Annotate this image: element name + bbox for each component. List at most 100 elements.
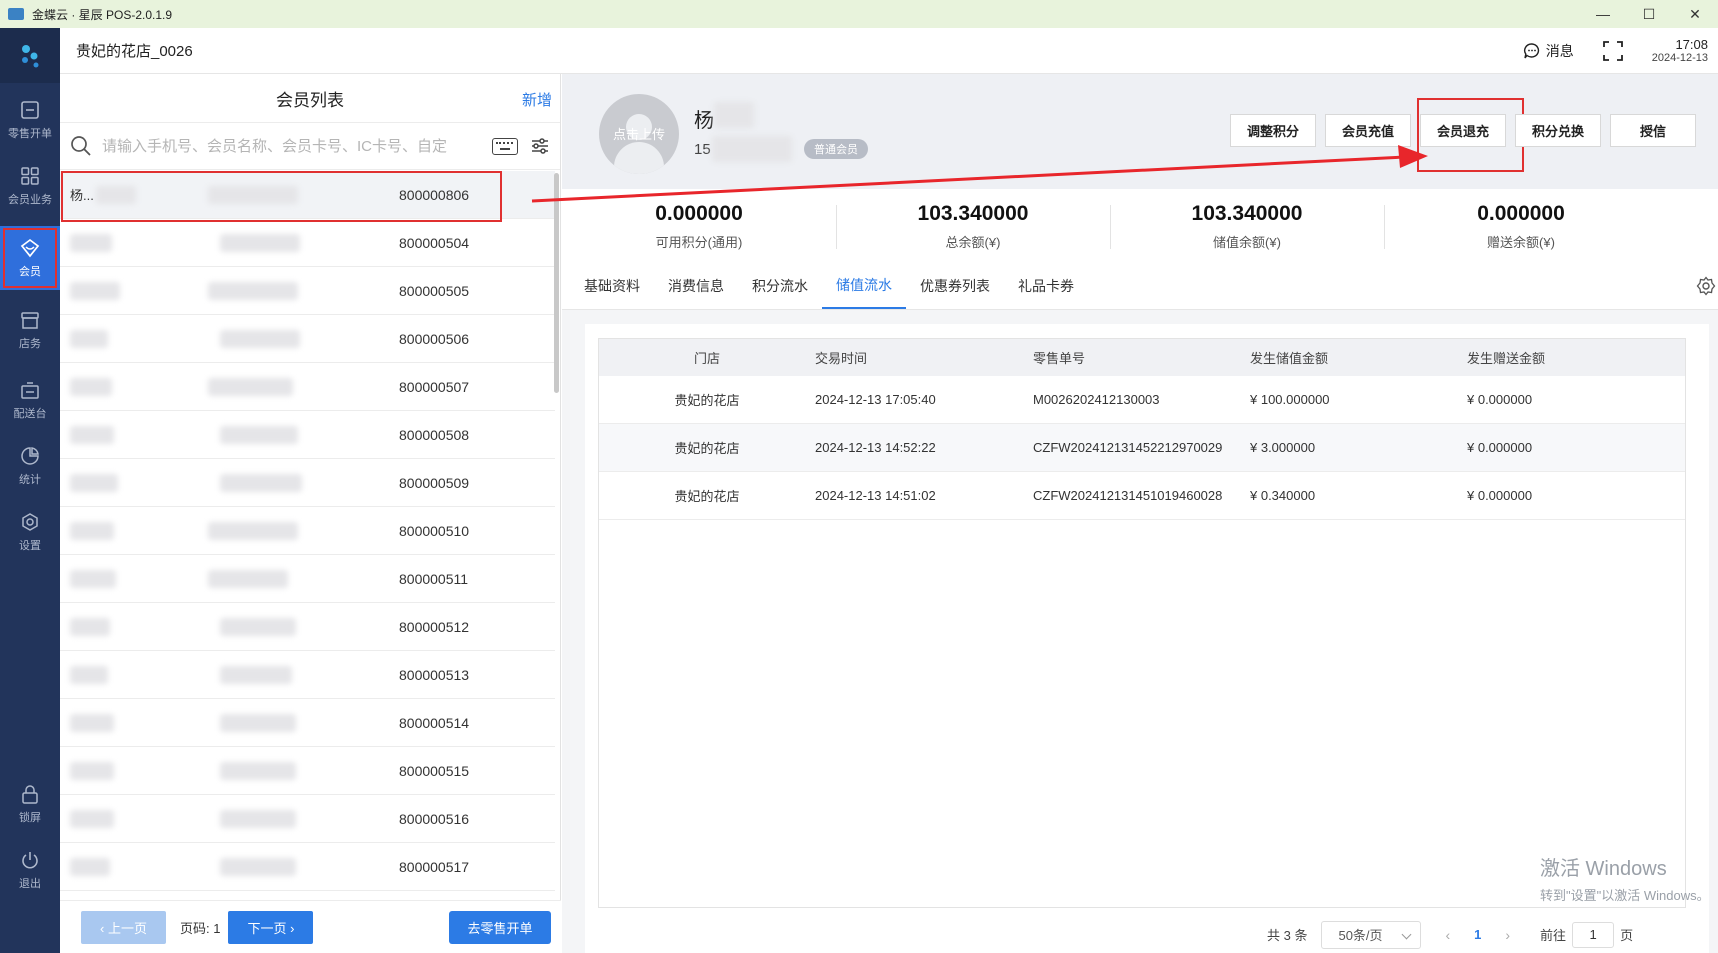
avatar[interactable]: 点击上传 (599, 94, 679, 174)
member-row[interactable]: 杨... 800000806 (60, 171, 555, 222)
store-header: 贵妃的花店_0026 消息 17:08 2024-12-13 (60, 28, 1718, 74)
nav-item-lock[interactable]: 锁屏 (0, 772, 60, 836)
prev-page-button[interactable]: ‹ 上一页 (81, 910, 166, 944)
member-card-number: 800000510 (399, 522, 470, 539)
total-count: 共 3 条 (1267, 928, 1308, 943)
member-card-number: 800000806 (399, 186, 470, 203)
member-list-pager: ‹ 上一页 页码: 1 下一页 › 去零售开单 (60, 900, 561, 953)
tab-basic-info[interactable]: 基础资料 (570, 263, 654, 309)
member-level-badge: 普通会员 (804, 139, 868, 159)
tab-stored-value-flow[interactable]: 储值流水 (822, 263, 906, 309)
member-list-scrollbar[interactable] (554, 173, 559, 393)
detail-tabs: 基础资料 消费信息 积分流水 储值流水 优惠券列表 礼品卡券 (562, 264, 1718, 310)
member-row[interactable]: 800000517 (60, 843, 555, 891)
member-row[interactable]: 800000511 (60, 555, 555, 603)
go-retail-button[interactable]: 去零售开单 (449, 910, 551, 944)
tab-gift-cards[interactable]: 礼品卡券 (1004, 263, 1088, 309)
nav-item-retail[interactable]: 零售开单 (0, 88, 60, 152)
member-row[interactable]: 800000508 (60, 411, 555, 459)
member-card-number: 800000509 (399, 474, 470, 491)
table-pagination: 共 3 条 50条/页 ‹ 1 › 前往 页 (585, 916, 1709, 953)
nav-item-delivery[interactable]: 配送台 (0, 368, 60, 432)
member-name: 杨... (70, 188, 94, 203)
nav-item-member[interactable]: 会员 (0, 226, 60, 290)
member-refund-button[interactable]: 会员退充 (1417, 98, 1524, 172)
nav-item-settings[interactable]: 设置 (0, 500, 60, 564)
gear-icon[interactable] (1696, 276, 1716, 296)
table-row[interactable]: 贵妃的花店 2024-12-13 17:05:40 M0026202412130… (599, 376, 1685, 424)
table-header: 门店 交易时间 零售单号 发生储值金额 发生赠送金额 (599, 339, 1685, 376)
adjust-points-button[interactable]: 调整积分 (1230, 114, 1316, 147)
message-button[interactable]: 消息 (1523, 41, 1574, 61)
member-row[interactable]: 800000516 (60, 795, 555, 843)
grid-icon (21, 167, 39, 185)
close-button[interactable]: ✕ (1672, 0, 1718, 28)
tab-points-flow[interactable]: 积分流水 (738, 263, 822, 309)
page-number: 页码: 1 (180, 920, 221, 936)
filter-sliders-icon[interactable] (530, 136, 550, 156)
chat-icon (1523, 42, 1539, 58)
member-row[interactable]: 800000505 (60, 267, 555, 315)
table-row[interactable]: 贵妃的花店 2024-12-13 14:52:22 CZFW2024121314… (599, 424, 1685, 472)
search-icon (71, 136, 91, 156)
windows-activation-watermark: 激活 Windows 转到"设置"以激活 Windows。 (1540, 858, 1710, 903)
tab-consumption[interactable]: 消费信息 (654, 263, 738, 309)
member-row[interactable]: 800000506 (60, 315, 555, 363)
member-icon (20, 238, 40, 258)
add-member-button[interactable]: 新增 (522, 89, 552, 110)
member-recharge-button[interactable]: 会员充值 (1325, 114, 1411, 147)
member-card-number: 800000507 (399, 378, 470, 395)
page-unit-label: 页 (1620, 928, 1634, 943)
member-row[interactable]: 800000509 (60, 459, 555, 507)
member-row[interactable]: 800000512 (60, 603, 555, 651)
settings-icon (22, 513, 38, 531)
member-row[interactable]: 800000514 (60, 699, 555, 747)
nav-item-member-business[interactable]: 会员业务 (0, 154, 60, 218)
window-title: 金蝶云 · 星辰 POS-2.0.1.9 (32, 7, 173, 22)
nav-item-store[interactable]: 店务 (0, 298, 60, 362)
current-page[interactable]: 1 (1474, 927, 1481, 942)
store-name: 贵妃的花店_0026 (76, 43, 193, 60)
app-icon (8, 8, 24, 20)
nav-item-statistics[interactable]: 统计 (0, 434, 60, 498)
goto-page-input[interactable] (1572, 921, 1615, 948)
store-icon (21, 312, 39, 329)
member-card-number: 800000514 (399, 714, 470, 731)
search-bar (60, 123, 560, 170)
member-card-number: 800000508 (399, 426, 470, 443)
maximize-button[interactable]: ☐ (1626, 0, 1672, 28)
stat-available-points: 0.000000 可用积分(通用) (655, 202, 743, 250)
member-card-number: 800000506 (399, 330, 470, 347)
upload-avatar-label: 点击上传 (612, 127, 665, 142)
member-row[interactable]: 800000510 (60, 507, 555, 555)
logo-icon (22, 44, 39, 67)
table-row[interactable]: 贵妃的花店 2024-12-13 14:51:02 CZFW2024121314… (599, 472, 1685, 520)
chevron-left-icon[interactable]: ‹ (1445, 927, 1450, 943)
cashier-icon (21, 101, 39, 119)
per-page-select[interactable]: 50条/页 (1321, 920, 1422, 949)
stat-stored-balance: 103.340000 储值余额(¥) (1110, 189, 1384, 264)
member-stats: 0.000000 可用积分(通用) 103.340000 总余额(¥) 103.… (562, 189, 1718, 264)
fullscreen-icon[interactable] (1602, 40, 1624, 62)
minimize-button[interactable]: — (1580, 0, 1626, 28)
lock-icon (22, 785, 38, 804)
chevron-right-icon[interactable]: › (1505, 927, 1510, 943)
member-row[interactable]: 800000513 (60, 651, 555, 699)
points-exchange-button[interactable]: 积分兑换 (1515, 114, 1601, 147)
member-row[interactable]: 800000515 (60, 747, 555, 795)
credit-button[interactable]: 授信 (1610, 114, 1696, 147)
member-list-title: 会员列表 (276, 90, 344, 110)
search-input[interactable] (102, 131, 484, 161)
member-name-detail: 杨 (694, 110, 714, 132)
member-row[interactable]: 800000507 (60, 363, 555, 411)
window-titlebar: 金蝶云 · 星辰 POS-2.0.1.9 — ☐ ✕ (0, 0, 1718, 28)
keyboard-icon[interactable] (492, 137, 518, 155)
member-card-number: 800000513 (399, 666, 470, 683)
chart-icon (21, 447, 39, 465)
next-page-button[interactable]: 下一页 › (228, 910, 314, 944)
sidebar-nav: 零售开单 会员业务 会员 店务 配送台 统计 设置 锁屏 退出 (0, 28, 60, 953)
nav-item-exit[interactable]: 退出 (0, 838, 60, 902)
member-row[interactable]: 800000504 (60, 219, 555, 267)
member-list-header: 会员列表 新增 (60, 74, 560, 123)
tab-coupons[interactable]: 优惠券列表 (906, 263, 1004, 309)
